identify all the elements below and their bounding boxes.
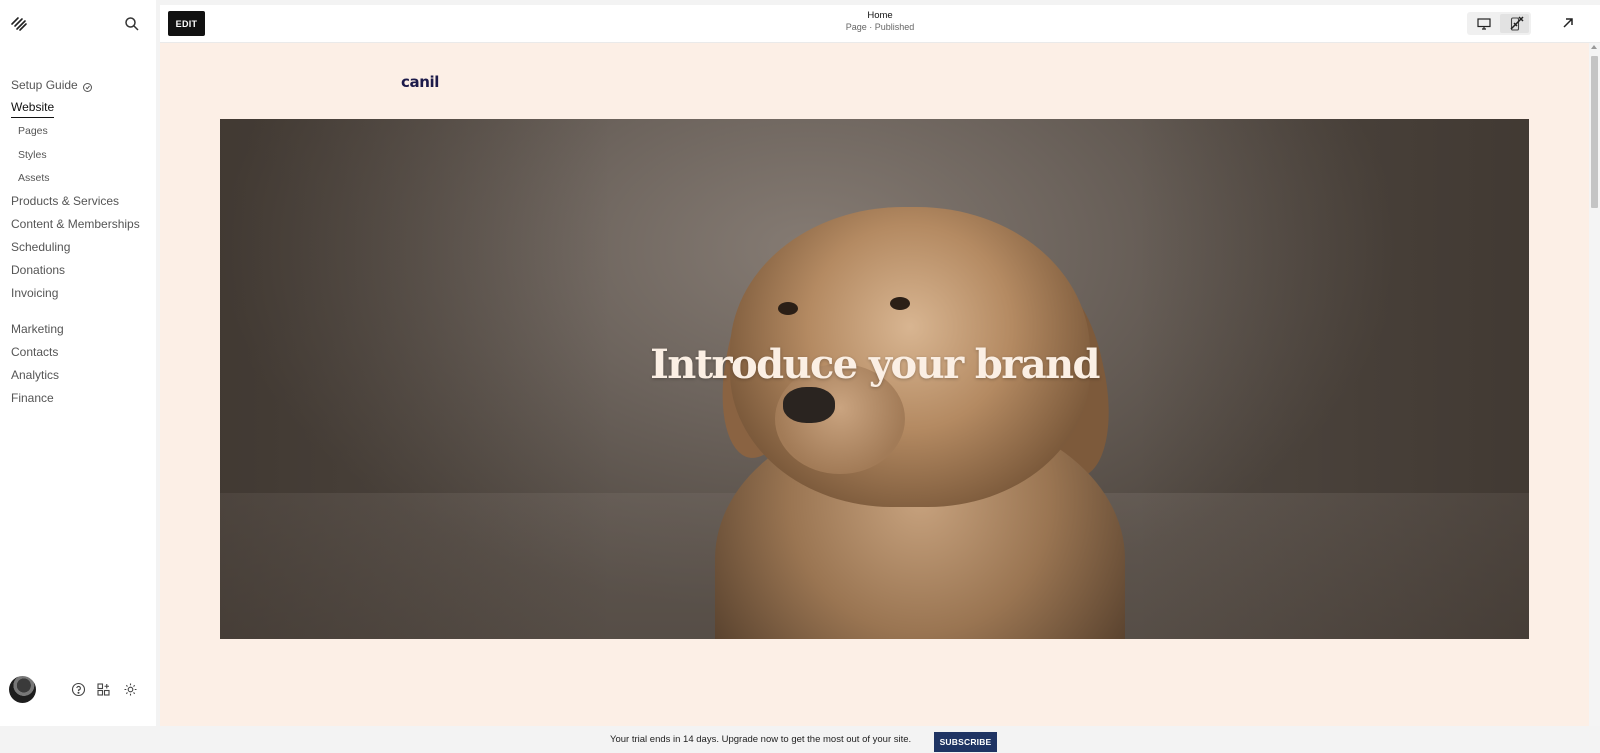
page-title: Home (867, 10, 893, 21)
sidebar-item-label: Analytics (11, 368, 60, 383)
apps-icon[interactable] (96, 682, 111, 697)
canvas-scrollbar[interactable] (1589, 43, 1600, 726)
sidebar-item-finance[interactable]: Finance (11, 386, 151, 409)
scroll-up-arrow-icon[interactable] (1591, 45, 1597, 49)
hero-heading[interactable]: Introduce your brand (220, 341, 1529, 388)
site-title[interactable]: canil (401, 73, 439, 91)
sidebar-subitem-styles[interactable]: Styles (11, 143, 151, 167)
search-icon[interactable] (123, 15, 141, 33)
sidebar-item-setup-guide[interactable]: Setup Guide (11, 74, 151, 97)
sidebar-item-label: Invoicing (11, 285, 59, 300)
external-link-icon[interactable] (1559, 14, 1577, 32)
nav-divider (11, 304, 151, 318)
sidebar-item-invoicing[interactable]: Invoicing (11, 281, 151, 304)
sidebar-item-label: Contacts (11, 345, 59, 360)
sidebar-item-label: Website (11, 98, 55, 119)
sidebar-item-label: Assets (18, 172, 50, 185)
subscribe-button[interactable]: SUBSCRIBE (934, 732, 997, 752)
hero-banner[interactable]: Introduce your brand (220, 119, 1529, 639)
site-preview-canvas[interactable]: canil Introduce your brand (160, 43, 1589, 726)
sidebar: Setup Guide Website Pages Styles Assets … (0, 0, 156, 726)
sidebar-item-donations[interactable]: Donations (11, 258, 151, 281)
sidebar-item-label: Setup Guide (11, 78, 78, 93)
sidebar-item-contacts[interactable]: Contacts (11, 341, 151, 364)
sidebar-footer (0, 676, 156, 706)
sidebar-item-products-services[interactable]: Products & Services (11, 190, 151, 213)
trial-banner: Your trial ends in 14 days. Upgrade now … (0, 726, 1600, 753)
sidebar-item-website[interactable]: Website (11, 97, 151, 120)
sidebar-item-label: Finance (11, 390, 54, 405)
desktop-icon (1476, 17, 1491, 30)
sidebar-item-label: Scheduling (11, 240, 71, 255)
squarespace-logo-icon[interactable] (10, 15, 28, 33)
avatar[interactable] (9, 676, 36, 703)
sidebar-item-label: Styles (18, 148, 47, 161)
progress-icon (82, 80, 93, 92)
sidebar-item-content-memberships[interactable]: Content & Memberships (11, 213, 151, 236)
sidebar-subitem-pages[interactable]: Pages (11, 120, 151, 144)
sidebar-item-label: Pages (18, 125, 48, 138)
scrollbar-thumb[interactable] (1591, 56, 1598, 208)
sidebar-item-label: Marketing (11, 322, 64, 337)
trial-message: Your trial ends in 14 days. Upgrade now … (610, 734, 912, 745)
sidebar-item-label: Content & Memberships (11, 217, 140, 232)
sidebar-item-marketing[interactable]: Marketing (11, 318, 151, 341)
sidebar-item-scheduling[interactable]: Scheduling (11, 236, 151, 259)
sidebar-item-label: Products & Services (11, 194, 120, 209)
page-status: Page · Published (845, 22, 915, 32)
sidebar-item-analytics[interactable]: Analytics (11, 364, 151, 387)
paintbrush-icon[interactable] (1508, 14, 1526, 32)
settings-icon[interactable] (123, 682, 138, 697)
sidebar-nav: Setup Guide Website Pages Styles Assets … (11, 74, 151, 409)
sidebar-item-label: Donations (11, 262, 66, 277)
editor-toolbar: EDIT Home Page · Published (160, 5, 1600, 43)
desktop-view-button[interactable] (1469, 14, 1498, 33)
help-icon[interactable] (71, 682, 86, 697)
sidebar-subitem-assets[interactable]: Assets (11, 167, 151, 191)
